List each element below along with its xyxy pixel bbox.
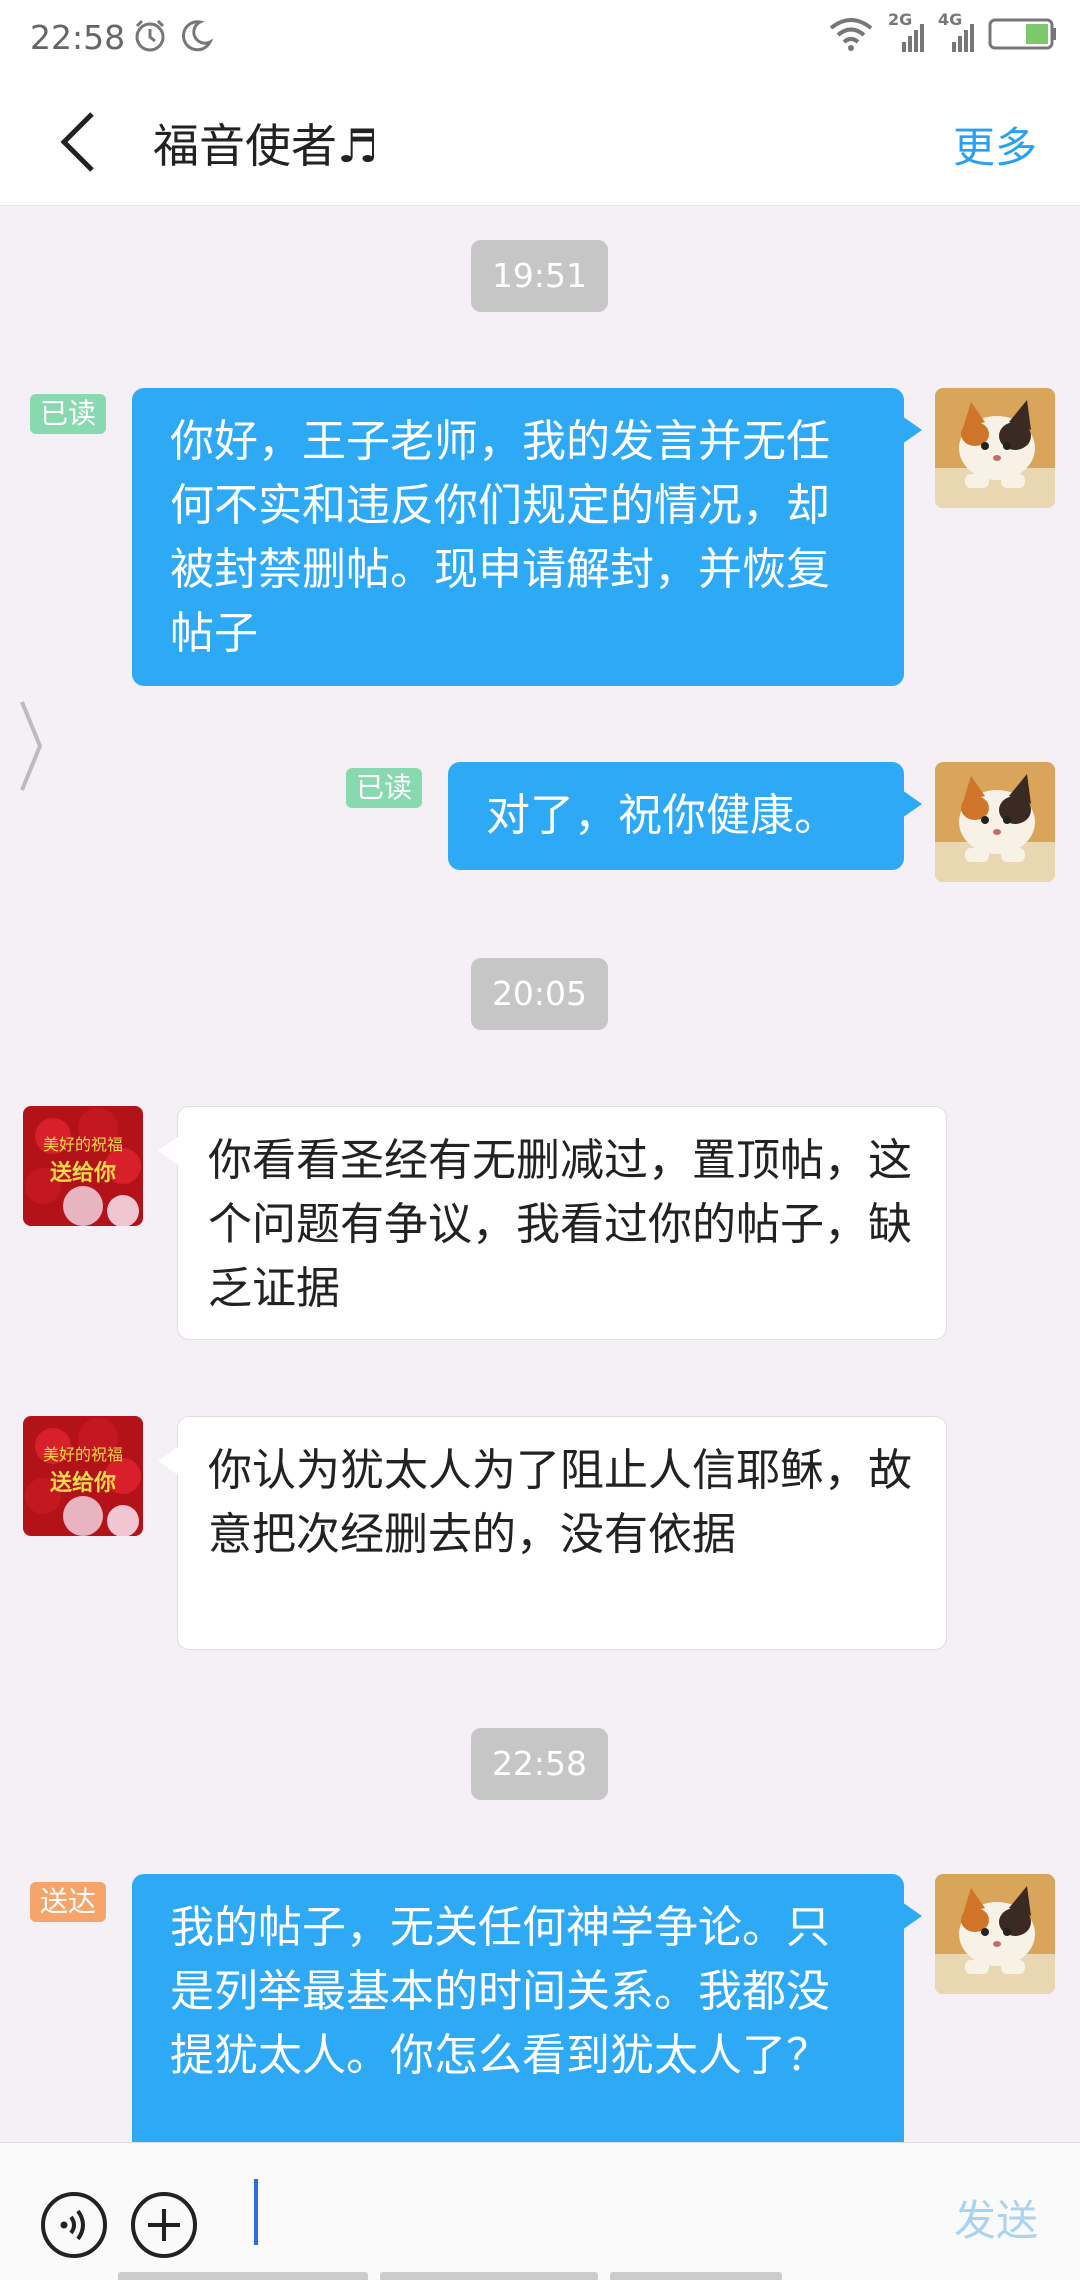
rose-avatar-text-line-1: 美好的祝福: [43, 1135, 123, 1154]
message-bubble-outgoing[interactable]: 对了，祝你健康。: [448, 762, 922, 870]
timestamp-pill: 20:05: [471, 958, 608, 1030]
avatar-contact[interactable]: 美好的祝福 送给你: [23, 1106, 143, 1226]
message-bubble-incoming[interactable]: 你看看圣经有无删减过，置顶帖，这个问题有争议，我看过你的帖子，缺乏证据: [158, 1106, 947, 1340]
send-button[interactable]: 发送: [954, 2187, 1038, 2248]
read-status-badge: 已读: [30, 394, 107, 434]
chat-title: 福音使者♬: [153, 119, 379, 173]
moon-icon: [181, 20, 214, 52]
voice-icon[interactable]: [40, 2191, 108, 2259]
avatar-self[interactable]: [935, 762, 1055, 882]
avatar-self[interactable]: [935, 388, 1055, 508]
read-status-badge: 已读: [346, 768, 423, 808]
rose-avatar-image: 美好的祝福 送给你: [23, 1416, 143, 1536]
text-cursor: [254, 2179, 258, 2245]
message-bubble-outgoing[interactable]: 我的帖子，无关任何神学争论。只是列举最基本的时间关系。我都没提犹太人。你怎么看到…: [132, 1874, 922, 2142]
status-icons-right: 2G 4G: [828, 10, 1058, 54]
message-list[interactable]: 19:51 已读 你好，王子老师，我的发言并无任何不实和违反你们规定的情况，却被…: [0, 206, 1080, 2142]
status-bar: 22:58 2G 4G: [0, 0, 1080, 76]
wifi-icon: [829, 18, 873, 51]
back-icon[interactable]: [56, 110, 106, 174]
status-time: 22:58: [30, 18, 126, 57]
status-icons-left: [132, 18, 214, 54]
timestamp-pill: 19:51: [471, 240, 608, 312]
keyboard-suggestion-strip: [118, 2272, 782, 2280]
cat-avatar-image: [935, 1874, 1055, 1994]
cat-avatar-image: [935, 762, 1055, 882]
rose-avatar-image: 美好的祝福 送给你: [23, 1106, 143, 1226]
signal-4g: 4G: [938, 10, 974, 54]
signal-bars-icon: [902, 24, 924, 52]
more-button[interactable]: 更多: [953, 114, 1037, 175]
delivered-status-badge: 送达: [30, 1882, 107, 1922]
chevron-right-icon[interactable]: [16, 696, 46, 796]
signal-2g: 2G: [888, 10, 924, 54]
battery-icon: [988, 18, 1056, 50]
message-bubble-outgoing[interactable]: 你好，王子老师，我的发言并无任何不实和违反你们规定的情况，却被封禁删帖。现申请解…: [132, 388, 922, 686]
timestamp-pill: 22:58: [471, 1728, 608, 1800]
cat-avatar-image: [935, 388, 1055, 508]
rose-avatar-text-line-2: 送给你: [50, 1160, 116, 1186]
signal-bars-icon: [952, 24, 974, 52]
plus-icon[interactable]: [130, 2191, 198, 2259]
rose-avatar-text-line-1: 美好的祝福: [43, 1445, 123, 1464]
avatar-self[interactable]: [935, 1874, 1055, 1994]
rose-avatar-text-line-2: 送给你: [50, 1470, 116, 1496]
message-bubble-incoming[interactable]: 你认为犹太人为了阻止人信耶稣，故意把次经删去的，没有依据: [158, 1416, 947, 1650]
alarm-icon: [135, 19, 165, 52]
suggestion-tab: [380, 2272, 598, 2280]
suggestion-tab: [118, 2272, 368, 2280]
input-bar: 发送: [0, 2142, 1080, 2280]
avatar-contact[interactable]: 美好的祝福 送给你: [23, 1416, 143, 1536]
message-input[interactable]: [250, 2173, 930, 2253]
chat-header: 福音使者♬ 更多: [0, 76, 1080, 206]
suggestion-tab: [610, 2272, 782, 2280]
